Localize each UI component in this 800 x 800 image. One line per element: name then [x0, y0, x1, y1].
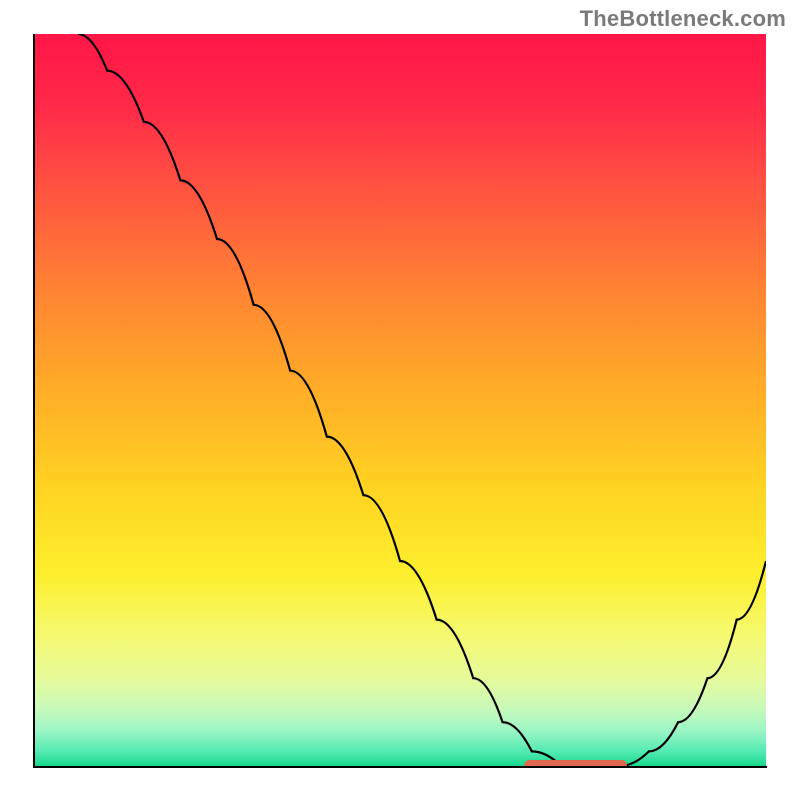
optimal-zone-marker	[524, 760, 627, 766]
plot-area	[34, 34, 766, 766]
watermark-text: TheBottleneck.com	[580, 6, 786, 32]
chart-svg	[34, 34, 766, 766]
x-axis-line	[33, 766, 767, 768]
bottleneck-curve	[78, 34, 766, 766]
